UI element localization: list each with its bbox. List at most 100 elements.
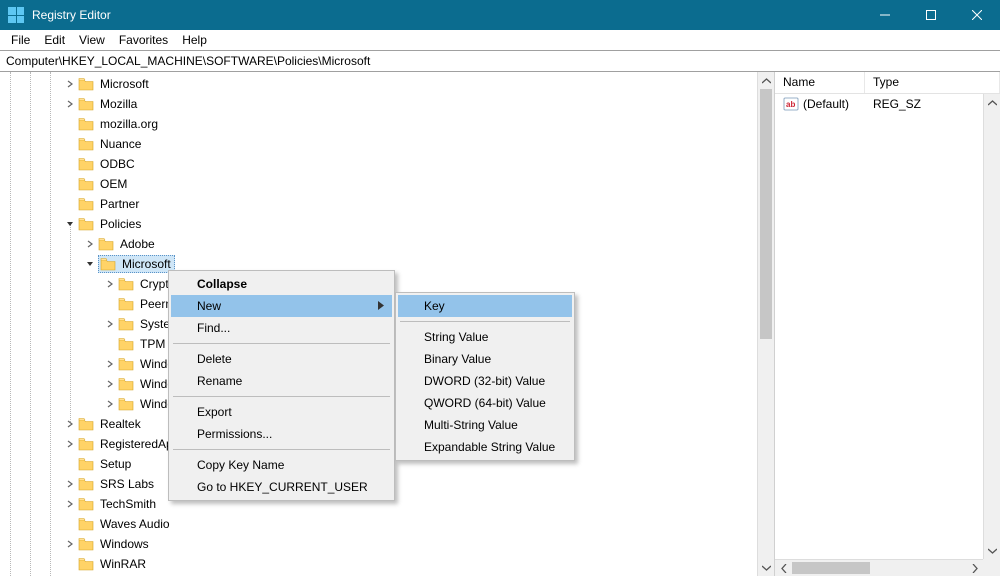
scroll-thumb[interactable] — [760, 89, 772, 339]
sub-multi-string-value[interactable]: Multi-String Value — [398, 414, 572, 436]
chevron-right-icon[interactable] — [64, 538, 76, 550]
menu-file[interactable]: File — [4, 31, 37, 49]
ctx-rename[interactable]: Rename — [171, 370, 392, 392]
ctx-copy-key-name[interactable]: Copy Key Name — [171, 454, 392, 476]
values-vertical-scrollbar[interactable] — [983, 94, 1000, 559]
minimize-button[interactable] — [862, 0, 908, 30]
sub-qword-64-bit-value[interactable]: QWORD (64-bit) Value — [398, 392, 572, 414]
tree-item-label: Mozilla — [98, 96, 139, 112]
chevron-right-icon[interactable] — [104, 358, 116, 370]
chevron-down-icon[interactable] — [84, 258, 96, 270]
chevron-right-icon[interactable] — [64, 438, 76, 450]
menu-separator — [173, 396, 390, 397]
scroll-left-icon[interactable] — [775, 560, 792, 576]
column-header-name[interactable]: Name — [775, 72, 865, 93]
chevron-right-icon[interactable] — [64, 498, 76, 510]
menu-favorites[interactable]: Favorites — [112, 31, 175, 49]
sub-expandable-string-value[interactable]: Expandable String Value — [398, 436, 572, 458]
close-button[interactable] — [954, 0, 1000, 30]
tree-vertical-scrollbar[interactable] — [757, 72, 774, 576]
menu-item-label: Copy Key Name — [197, 458, 284, 472]
chevron-right-icon[interactable] — [84, 238, 96, 250]
sub-binary-value[interactable]: Binary Value — [398, 348, 572, 370]
tree-item-label: Windows — [98, 536, 151, 552]
chevron-right-icon[interactable] — [64, 98, 76, 110]
tree-spacer — [64, 198, 76, 210]
tree-item-mozilla[interactable]: Mozilla — [0, 94, 774, 114]
ctx-collapse[interactable]: Collapse — [171, 273, 392, 295]
chevron-right-icon[interactable] — [64, 418, 76, 430]
menu-item-label: Find... — [197, 321, 230, 335]
tree-item-microsoft[interactable]: Microsoft — [0, 74, 774, 94]
tree-item-label: OEM — [98, 176, 129, 192]
tree-item-odbc[interactable]: ODBC — [0, 154, 774, 174]
chevron-down-icon[interactable] — [64, 218, 76, 230]
chevron-right-icon[interactable] — [104, 278, 116, 290]
tree-item-mozilla-org[interactable]: mozilla.org — [0, 114, 774, 134]
scroll-right-icon[interactable] — [966, 560, 983, 576]
column-header-type[interactable]: Type — [865, 72, 1000, 93]
scroll-up-icon[interactable] — [758, 72, 774, 89]
value-name: (Default) — [803, 97, 849, 111]
menu-edit[interactable]: Edit — [37, 31, 72, 49]
context-submenu-new[interactable]: Key String Value Binary Value DWORD (32-bit… — [395, 292, 575, 461]
values-pane: Name Type ab (Default) REG_SZ — [775, 72, 1000, 576]
tree-item-label: Setup — [98, 456, 133, 472]
tree-item-partner[interactable]: Partner — [0, 194, 774, 214]
tree-item-label: Microsoft — [98, 76, 151, 92]
tree-item-oem[interactable]: OEM — [0, 174, 774, 194]
value-row[interactable]: ab (Default) REG_SZ — [775, 94, 1000, 114]
tree-item-windows[interactable]: Windows — [0, 534, 774, 554]
tree-item-label: Nuance — [98, 136, 143, 152]
scroll-up-icon[interactable] — [984, 94, 1000, 111]
context-menu[interactable]: Collapse New Find... Delete Rename ExportPerm… — [168, 270, 395, 501]
scroll-down-icon[interactable] — [758, 559, 774, 576]
ctx-delete[interactable]: Delete — [171, 348, 392, 370]
tree-item-policies[interactable]: Policies — [0, 214, 774, 234]
ctx-new[interactable]: New — [171, 295, 392, 317]
chevron-right-icon[interactable] — [64, 478, 76, 490]
tree-item-label: Partner — [98, 196, 141, 212]
ctx-find[interactable]: Find... — [171, 317, 392, 339]
menu-item-label: New — [197, 299, 221, 313]
scroll-corner — [983, 559, 1000, 576]
menu-item-label: String Value — [424, 330, 488, 344]
value-type: REG_SZ — [873, 97, 921, 111]
menu-item-label: Delete — [197, 352, 232, 366]
tree-item-label: TechSmith — [98, 496, 158, 512]
maximize-button[interactable] — [908, 0, 954, 30]
tree-item-label: Adobe — [118, 236, 157, 252]
chevron-right-icon[interactable] — [104, 378, 116, 390]
tree-item-winrar[interactable]: WinRAR — [0, 554, 774, 574]
values-header[interactable]: Name Type — [775, 72, 1000, 94]
scroll-down-icon[interactable] — [984, 542, 1000, 559]
tree-item-label: mozilla.org — [98, 116, 160, 132]
sub-dword-32-bit-value[interactable]: DWORD (32-bit) Value — [398, 370, 572, 392]
ctx-export[interactable]: Export — [171, 401, 392, 423]
menu-item-label: Go to HKEY_CURRENT_USER — [197, 480, 368, 494]
tree-item-label: Waves Audio — [98, 516, 172, 532]
menu-bar: FileEditViewFavoritesHelp — [0, 30, 1000, 50]
chevron-right-icon[interactable] — [104, 318, 116, 330]
sub-string-value[interactable]: String Value — [398, 326, 572, 348]
tree-spacer — [64, 558, 76, 570]
tree-spacer — [64, 178, 76, 190]
address-bar[interactable]: Computer\HKEY_LOCAL_MACHINE\SOFTWARE\Pol… — [0, 50, 1000, 72]
menu-item-label: Multi-String Value — [424, 418, 518, 432]
menu-help[interactable]: Help — [175, 31, 214, 49]
tree-item-label: SRS Labs — [98, 476, 156, 492]
tree-item-nuance[interactable]: Nuance — [0, 134, 774, 154]
menu-separator — [173, 449, 390, 450]
menu-item-label: DWORD (32-bit) Value — [424, 374, 545, 388]
tree-item-label: Policies — [98, 216, 143, 232]
ctx-go-to-hkey-current-user[interactable]: Go to HKEY_CURRENT_USER — [171, 476, 392, 498]
tree-item-waves-audio[interactable]: Waves Audio — [0, 514, 774, 534]
values-horizontal-scrollbar[interactable] — [775, 559, 983, 576]
ctx-permissions[interactable]: Permissions... — [171, 423, 392, 445]
chevron-right-icon[interactable] — [104, 398, 116, 410]
chevron-right-icon[interactable] — [64, 78, 76, 90]
sub-key[interactable]: Key — [398, 295, 572, 317]
menu-view[interactable]: View — [72, 31, 112, 49]
tree-item-adobe[interactable]: Adobe — [0, 234, 774, 254]
string-value-icon: ab — [783, 96, 799, 112]
